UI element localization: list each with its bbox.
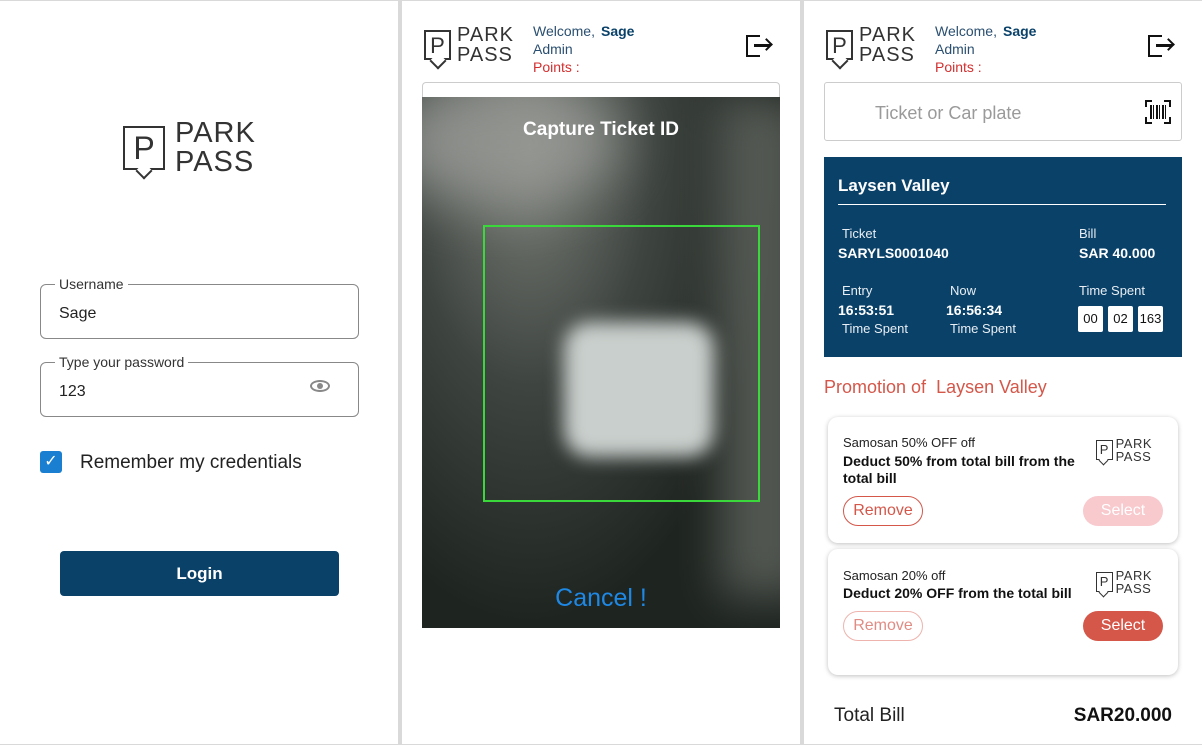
promotion-name: Samosan 50% OFF off	[843, 435, 975, 450]
search-input[interactable]: Ticket or Car plate	[824, 82, 1182, 141]
logo-pin-icon: P	[424, 30, 451, 60]
parkpass-logo: P PARK PASS	[424, 25, 514, 65]
parkpass-logo: P PARK PASS	[1095, 569, 1152, 595]
logo-word-pass: PASS	[457, 44, 513, 66]
remove-button[interactable]: Remove	[843, 496, 923, 526]
points-label: Points :	[935, 59, 982, 75]
parkpass-logo: P PARK PASS	[1095, 437, 1152, 463]
password-field[interactable]: Type your password 123	[40, 354, 359, 417]
time-spent-seconds: 163	[1138, 306, 1163, 332]
check-icon: ✓	[44, 453, 58, 470]
remember-checkbox[interactable]: ✓	[40, 451, 62, 473]
bill-value: SAR 40.000	[1079, 245, 1156, 261]
cancel-button[interactable]: Cancel !	[422, 584, 780, 613]
logo-pin-icon: P	[826, 30, 853, 60]
username-label: Username	[55, 276, 128, 292]
capture-title: Capture Ticket ID	[523, 119, 679, 140]
ticket-screen: P PARK PASS Welcome, Sage Admin Points : …	[804, 1, 1202, 744]
user-name: Sage	[600, 23, 635, 39]
promotion-card: Samosan 50% OFF off Deduct 50% from tota…	[828, 417, 1178, 543]
location-name: Laysen Valley	[838, 176, 950, 195]
logo-word-park: PARK	[175, 117, 256, 149]
promotion-name: Samosan 20% off	[843, 568, 946, 583]
logout-icon[interactable]	[746, 35, 773, 57]
logo-word-pass: PASS	[859, 44, 915, 66]
welcome-block: Welcome, Sage Admin Points :	[935, 22, 1036, 76]
remove-button[interactable]: Remove	[843, 611, 923, 641]
promotion-description: Deduct 20% OFF from the total bill	[843, 585, 1072, 601]
promotion-description: Deduct 50% from total bill from the tota…	[843, 453, 1075, 486]
welcome-block: Welcome, Sage Admin Points :	[533, 22, 634, 76]
now-label: Now	[950, 283, 977, 298]
ticket-info-panel: Laysen Valley Ticket SARYLS0001040 Bill …	[824, 157, 1182, 357]
user-role: Admin	[533, 41, 573, 57]
logo-word-park: PARK	[457, 24, 514, 46]
entry-value: 16:53:51	[838, 302, 895, 318]
points-label: Points :	[533, 59, 580, 75]
entry-label: Entry	[842, 283, 873, 298]
username-field[interactable]: Username Sage	[40, 276, 359, 339]
logo-word-pass: PASS	[175, 146, 255, 178]
scanner-screen: P PARK PASS Welcome, Sage Admin Points : …	[402, 1, 800, 744]
now-value: 16:56:34	[946, 302, 1003, 318]
parkpass-logo: P PARK PASS	[826, 25, 916, 65]
now-time-spent-label: Time Spent	[950, 321, 1016, 336]
time-spent-minutes: 02	[1108, 306, 1133, 332]
total-bill-label: Total Bill	[834, 705, 905, 726]
welcome-text: Welcome,	[533, 23, 595, 39]
promotion-heading: Promotion of Laysen Valley	[824, 377, 1047, 397]
user-name: Sage	[1002, 23, 1037, 39]
parkpass-logo: P PARK PASS	[123, 119, 256, 177]
welcome-text: Welcome,	[935, 23, 997, 39]
logout-icon[interactable]	[1148, 35, 1175, 57]
logo-pin-icon: P	[1095, 440, 1113, 460]
ticket-value: SARYLS0001040	[838, 245, 949, 261]
login-screen: P PARK PASS Username Sage Type your pass…	[0, 1, 398, 744]
logo-pin-icon: P	[123, 126, 165, 170]
ticket-label: Ticket	[842, 226, 877, 241]
search-placeholder: Ticket or Car plate	[875, 103, 1022, 123]
bill-label: Bill	[1079, 226, 1097, 241]
remember-label[interactable]: Remember my credentials	[80, 452, 302, 474]
select-button[interactable]: Select	[1083, 611, 1163, 641]
password-value[interactable]: 123	[59, 383, 86, 401]
logo-pin-icon: P	[1095, 572, 1113, 592]
promotion-card: Samosan 20% off Deduct 20% OFF from the …	[828, 549, 1178, 675]
logo-word-park: PARK	[859, 24, 916, 46]
time-spent-label: Time Spent	[1079, 283, 1145, 298]
username-value[interactable]: Sage	[59, 305, 96, 323]
scan-frame	[483, 225, 760, 502]
password-label: Type your password	[55, 354, 189, 370]
camera-preview: Capture Ticket ID Cancel !	[422, 97, 780, 628]
entry-time-spent-label: Time Spent	[842, 321, 908, 336]
total-bill-value: SAR20.000	[1073, 705, 1172, 726]
select-button[interactable]: Select	[1083, 496, 1163, 526]
camera-top-bar	[422, 82, 780, 98]
time-spent-hours: 00	[1078, 306, 1103, 332]
user-role: Admin	[935, 41, 975, 57]
eye-icon[interactable]	[310, 380, 330, 392]
divider	[838, 204, 1166, 205]
barcode-scan-icon[interactable]	[1145, 100, 1171, 124]
login-button[interactable]: Login	[60, 551, 339, 596]
